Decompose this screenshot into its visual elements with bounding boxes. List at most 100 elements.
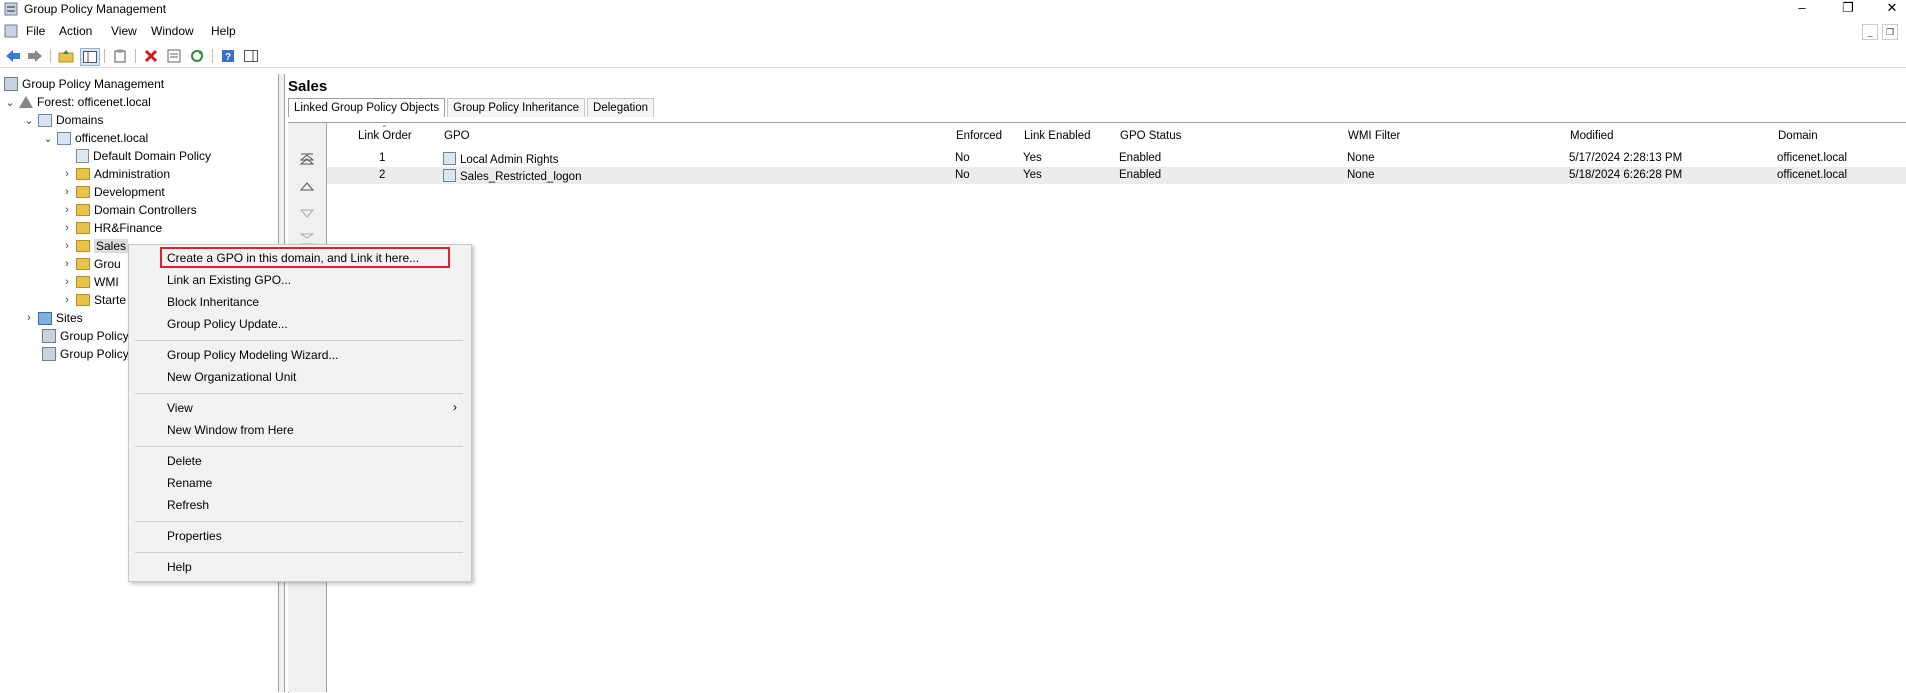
menu-item-new-ou[interactable]: New Organizational Unit <box>167 368 296 386</box>
cell-gpo-name: Sales_Restricted_logon <box>460 171 582 183</box>
cell-gpo-status: Enabled <box>1119 152 1162 164</box>
menu-item-refresh[interactable]: Refresh <box>167 496 209 514</box>
show-tree-button[interactable] <box>80 48 100 66</box>
menu-item-block-inheritance[interactable]: Block Inheritance <box>167 293 259 311</box>
menu-file[interactable]: File <box>26 24 45 38</box>
mdi-restore-button[interactable]: ❐ <box>1882 24 1898 40</box>
tree-item-forest[interactable]: ⌄ Forest: officenet.local <box>4 93 151 111</box>
domains-icon <box>38 113 52 127</box>
column-header-gpo[interactable]: GPO <box>444 130 470 146</box>
chevron-right-icon[interactable]: › <box>61 204 73 216</box>
clipboard-button[interactable] <box>111 48 129 64</box>
tree-item-sites[interactable]: › Sites <box>23 309 83 327</box>
help-button[interactable]: ? <box>219 48 237 64</box>
chevron-right-icon[interactable]: › <box>61 186 73 198</box>
mdi-minimize-button[interactable]: _ <box>1862 24 1878 40</box>
menu-help[interactable]: Help <box>211 24 236 38</box>
tree-item-label: HR&Finance <box>94 221 163 235</box>
tree-item-label: Group Policy <box>60 329 129 343</box>
chevron-right-icon[interactable]: › <box>61 168 73 180</box>
gpo-link-icon <box>76 149 89 163</box>
chevron-right-icon[interactable]: › <box>61 240 73 252</box>
tree-item-development[interactable]: › Development <box>61 183 165 201</box>
menu-item-properties[interactable]: Properties <box>167 527 222 545</box>
panel-icon <box>244 50 258 62</box>
tree-item-domain[interactable]: ⌄ officenet.local <box>42 129 148 147</box>
forward-button[interactable] <box>26 48 44 64</box>
help-icon: ? <box>222 50 234 63</box>
menu-item-gp-update[interactable]: Group Policy Update... <box>167 315 288 333</box>
ou-folder-icon <box>76 168 90 180</box>
table-row[interactable]: 2 Sales_Restricted_logon No Yes Enabled … <box>327 167 1906 184</box>
tree-item-starter-gpos[interactable]: › Starte <box>61 291 126 309</box>
column-header-domain[interactable]: Domain <box>1778 130 1818 146</box>
menu-item-delete[interactable]: Delete <box>167 452 202 470</box>
column-header-link-order[interactable]: Link Order <box>358 130 412 146</box>
panel-button[interactable] <box>242 48 260 64</box>
refresh-button[interactable] <box>188 48 206 64</box>
menu-item-view[interactable]: View <box>167 399 193 417</box>
chevron-down-icon[interactable]: ⌄ <box>4 96 16 109</box>
menu-item-link-existing-gpo[interactable]: Link an Existing GPO... <box>167 271 291 289</box>
table-row[interactable]: 1 Local Admin Rights No Yes Enabled None… <box>327 150 1906 167</box>
tree-item-default-domain-policy[interactable]: Default Domain Policy <box>76 147 211 165</box>
cell-modified: 5/18/2024 6:26:28 PM <box>1569 169 1683 181</box>
tree-item-domains[interactable]: ⌄ Domains <box>23 111 103 129</box>
tree-item-hr-finance[interactable]: › HR&Finance <box>61 219 162 237</box>
menu-action[interactable]: Action <box>59 24 92 38</box>
up-folder-button[interactable] <box>57 48 75 64</box>
properties-button[interactable] <box>165 48 183 64</box>
menu-view[interactable]: View <box>111 24 137 38</box>
tree-item-domain-controllers[interactable]: › Domain Controllers <box>61 201 197 219</box>
chevron-right-icon[interactable]: › <box>61 222 73 234</box>
chevron-down-icon[interactable]: ⌄ <box>23 114 35 127</box>
modeling-icon <box>42 329 56 343</box>
tab-linked-gpos[interactable]: Linked Group Policy Objects <box>288 98 446 117</box>
tree-item-group-policy-objects[interactable]: › Grou <box>61 255 121 273</box>
tree-item-label: Administration <box>94 167 171 181</box>
domain-icon <box>57 131 71 145</box>
menu-item-create-gpo-and-link[interactable]: Create a GPO in this domain, and Link it… <box>167 249 419 267</box>
chevron-right-icon: › <box>453 400 457 414</box>
menu-item-rename[interactable]: Rename <box>167 474 212 492</box>
gpo-folder-icon <box>76 258 90 270</box>
chevron-right-icon[interactable]: › <box>61 258 73 270</box>
tree-item-administration[interactable]: › Administration <box>61 165 170 183</box>
column-header-link-enabled[interactable]: Link Enabled <box>1024 130 1091 146</box>
restore-button[interactable]: ❐ <box>1836 0 1860 16</box>
menu-item-help[interactable]: Help <box>167 558 192 576</box>
chevron-down-icon[interactable]: ⌄ <box>42 132 54 145</box>
menu-separator <box>135 393 463 394</box>
column-header-modified[interactable]: Modified <box>1570 130 1613 146</box>
window-title: Group Policy Management <box>24 2 167 16</box>
move-up-button[interactable] <box>298 179 316 195</box>
tree-item-wmi-filters[interactable]: › WMI <box>61 273 119 291</box>
move-to-top-button[interactable] <box>298 151 316 167</box>
tab-delegation[interactable]: Delegation <box>587 98 655 117</box>
menu-item-new-window[interactable]: New Window from Here <box>167 421 294 439</box>
menu-item-modeling-wizard[interactable]: Group Policy Modeling Wizard... <box>167 346 338 364</box>
chevron-right-icon[interactable]: › <box>61 294 73 306</box>
column-header-gpo-status[interactable]: GPO Status <box>1120 130 1181 146</box>
cell-gpo: Local Admin Rights <box>443 152 558 166</box>
chevron-right-icon[interactable]: › <box>23 312 35 324</box>
menu-window[interactable]: Window <box>151 24 194 38</box>
tree-item-gpm-root[interactable]: Group Policy Management <box>4 75 164 93</box>
back-button[interactable] <box>4 48 22 64</box>
tree-item-label: Forest: officenet.local <box>37 95 151 109</box>
close-button[interactable]: ✕ <box>1880 0 1904 16</box>
minimize-button[interactable]: – <box>1790 0 1814 16</box>
tree-item-gp-results[interactable]: Group Policy <box>42 345 129 363</box>
tree-item-gp-modeling[interactable]: Group Policy <box>42 327 129 345</box>
move-down-button[interactable] <box>298 205 316 221</box>
show-tree-icon <box>83 51 97 63</box>
column-header-enforced[interactable]: Enforced <box>956 130 1002 146</box>
document-icon[interactable] <box>4 24 18 38</box>
tab-gp-inheritance[interactable]: Group Policy Inheritance <box>447 98 586 117</box>
delete-button[interactable] <box>142 48 160 64</box>
toolbar-separator <box>50 49 51 63</box>
column-header-wmi-filter[interactable]: WMI Filter <box>1348 130 1400 146</box>
back-icon <box>6 50 20 62</box>
chevron-right-icon[interactable]: › <box>61 276 73 288</box>
tree-item-sales[interactable]: › Sales <box>61 237 129 255</box>
